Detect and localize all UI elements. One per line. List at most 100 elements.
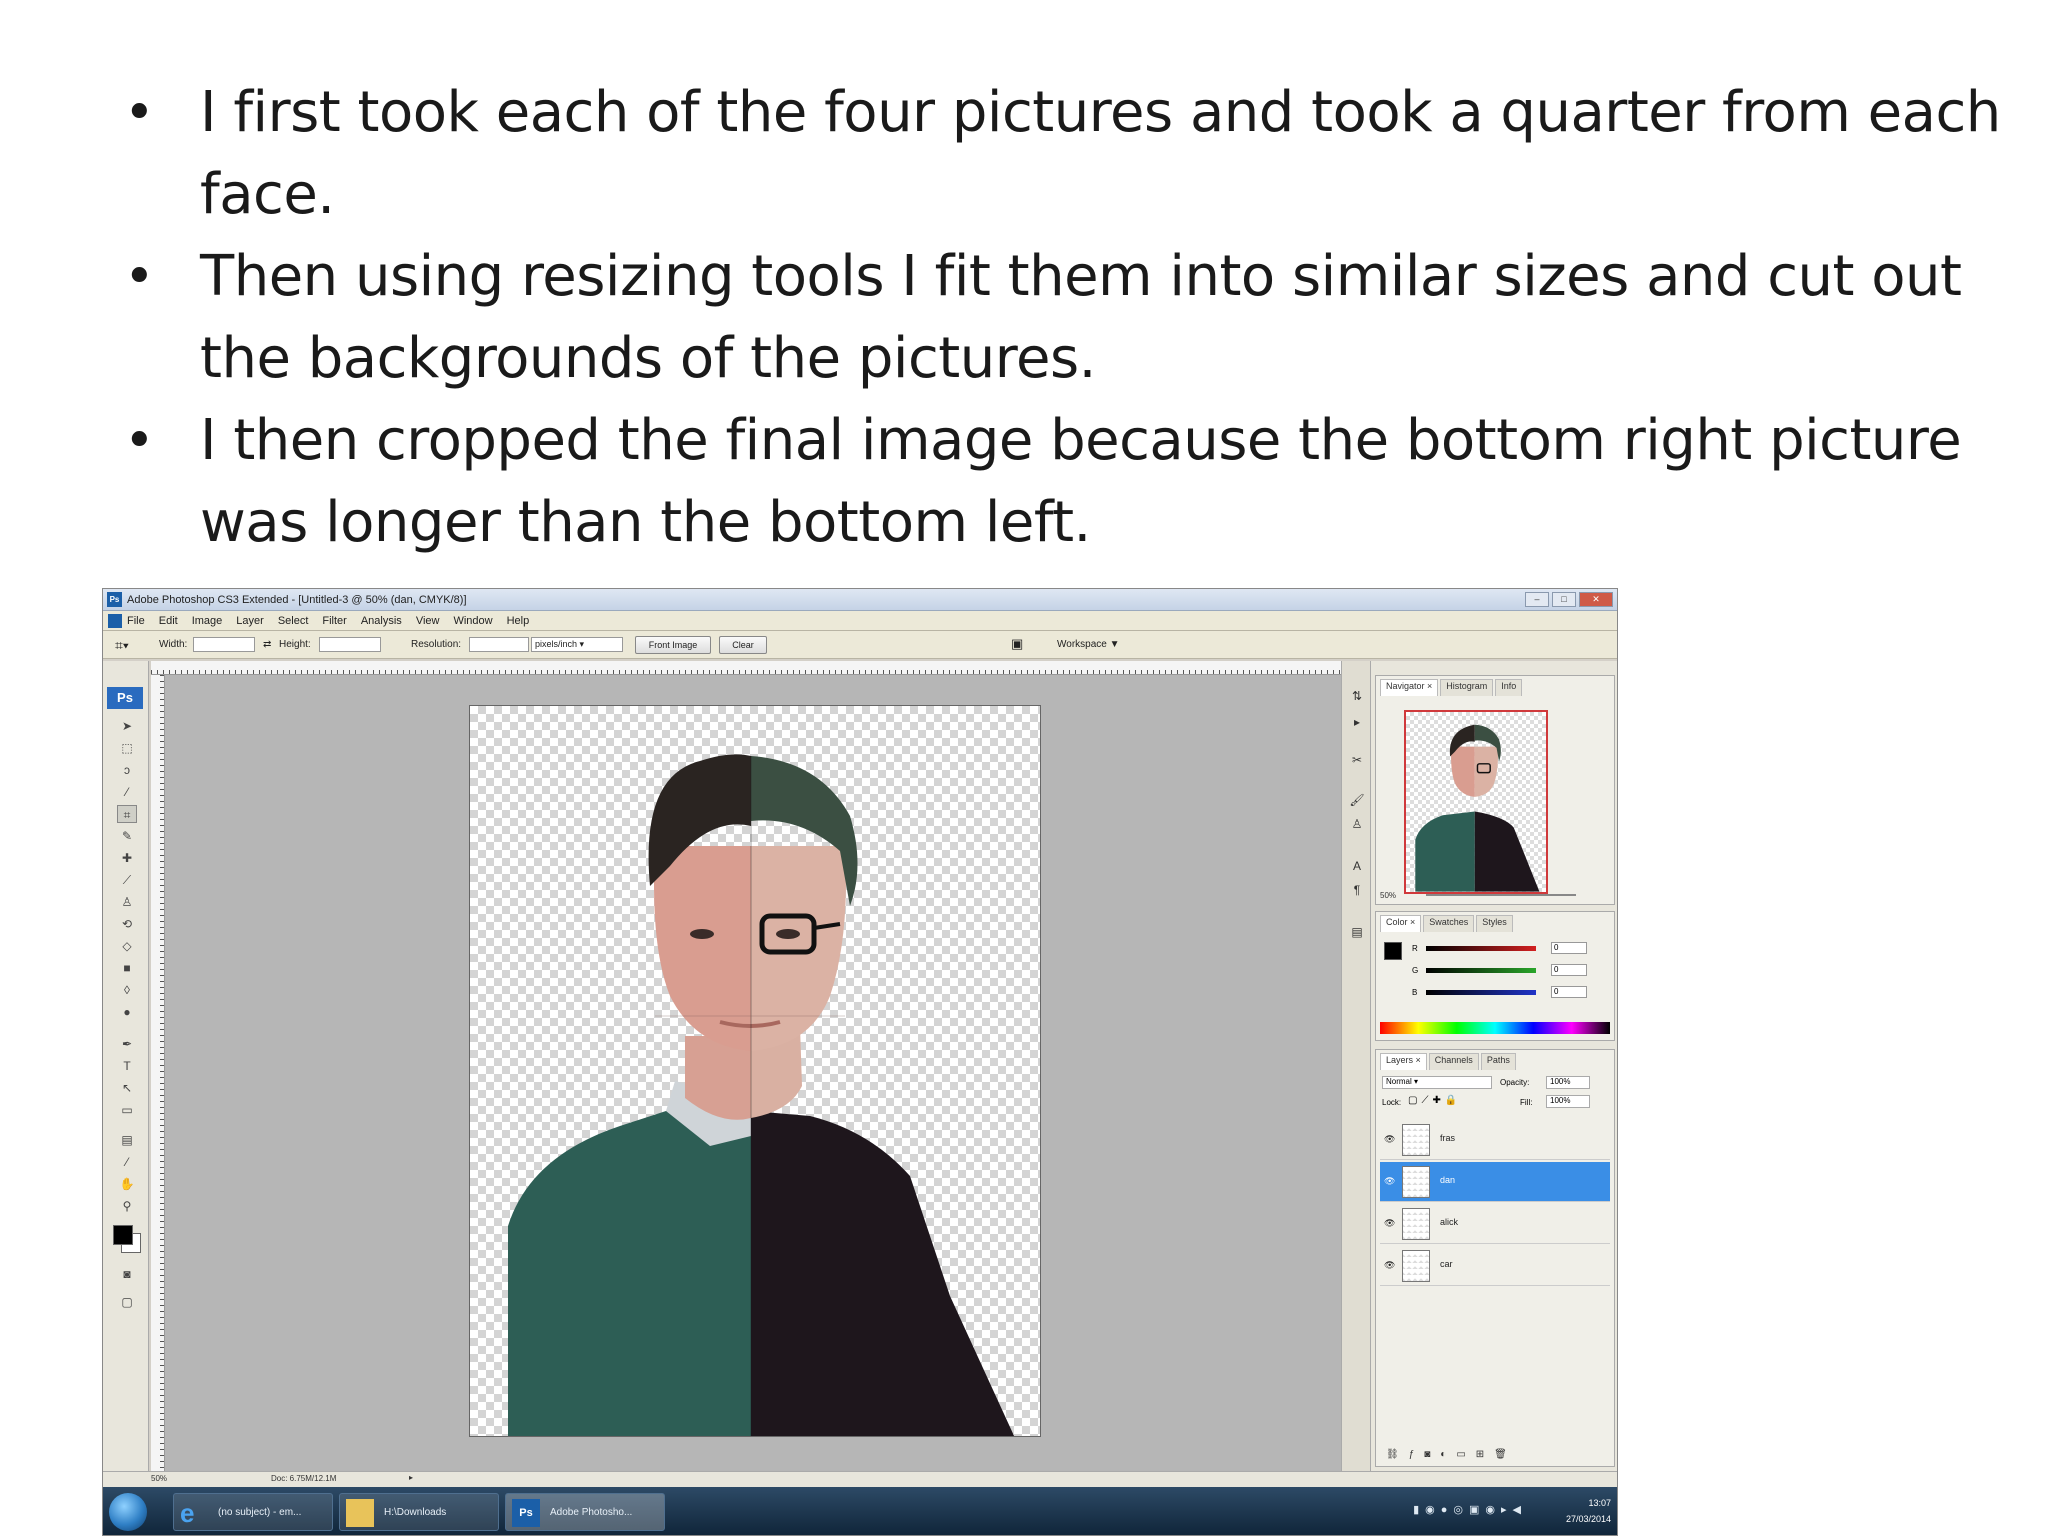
menu-filter[interactable]: Filter: [322, 615, 346, 627]
paragraph-panel-icon[interactable]: ¶: [1348, 881, 1366, 899]
foreground-color-swatch[interactable]: [113, 1225, 133, 1245]
navigator-zoom-slider[interactable]: [1426, 894, 1576, 896]
green-value[interactable]: 0: [1551, 964, 1587, 976]
tab-info[interactable]: Info: [1495, 679, 1523, 696]
visibility-eye-icon[interactable]: 👁: [1384, 1176, 1395, 1187]
layer-row-alick[interactable]: 👁 alick: [1380, 1204, 1610, 1244]
height-field[interactable]: [319, 637, 381, 652]
start-button[interactable]: [109, 1493, 147, 1531]
minimize-button[interactable]: –: [1525, 592, 1549, 607]
path-select-icon[interactable]: ↖: [117, 1079, 137, 1097]
red-slider[interactable]: [1426, 946, 1536, 951]
menu-view[interactable]: View: [416, 615, 440, 627]
menu-analysis[interactable]: Analysis: [361, 615, 402, 627]
tab-histogram[interactable]: Histogram: [1440, 679, 1494, 696]
menu-window[interactable]: Window: [453, 615, 492, 627]
opacity-field[interactable]: 100%: [1546, 1076, 1590, 1089]
layer-comps-icon[interactable]: ▤: [1348, 923, 1366, 941]
marquee-tool-icon[interactable]: ⬚: [117, 739, 137, 757]
tab-layers[interactable]: Layers ×: [1380, 1053, 1427, 1070]
document-canvas[interactable]: [469, 705, 1041, 1437]
brush-tool-icon[interactable]: ⟋: [117, 871, 137, 889]
system-tray-icons[interactable]: ▮◉●◎▣◉▸◀: [1413, 1503, 1527, 1516]
lasso-tool-icon[interactable]: ↄ: [117, 761, 137, 779]
clock[interactable]: 13:07 27/03/2014: [1566, 1495, 1611, 1527]
clone-source-icon[interactable]: ♙: [1348, 815, 1366, 833]
navigator-preview[interactable]: [1404, 710, 1548, 894]
menu-layer[interactable]: Layer: [236, 615, 264, 627]
swap-icon[interactable]: ⇄: [263, 639, 271, 650]
hand-tool-icon[interactable]: ✋: [117, 1175, 137, 1193]
resolution-unit-select[interactable]: pixels/inch ▾: [531, 637, 623, 652]
visibility-eye-icon[interactable]: 👁: [1384, 1260, 1395, 1271]
taskbar-item-photoshop[interactable]: Ps Adobe Photosho...: [505, 1493, 665, 1531]
healing-brush-icon[interactable]: ✚: [117, 849, 137, 867]
menu-edit[interactable]: Edit: [159, 615, 178, 627]
pen-tool-icon[interactable]: ✒: [117, 1035, 137, 1053]
move-tool-icon[interactable]: ➤: [117, 717, 137, 735]
fill-field[interactable]: 100%: [1546, 1095, 1590, 1108]
status-menu-arrow[interactable]: ▸: [409, 1473, 413, 1482]
green-slider[interactable]: [1426, 968, 1536, 973]
crop-tool-icon[interactable]: ⌗▾: [115, 637, 129, 654]
red-value[interactable]: 0: [1551, 942, 1587, 954]
navigator-zoom[interactable]: 50%: [1380, 891, 1396, 900]
history-panel-icon[interactable]: ⇅: [1348, 687, 1366, 705]
clone-stamp-icon[interactable]: ♙: [117, 893, 137, 911]
tab-channels[interactable]: Channels: [1428, 1053, 1479, 1070]
layer-row-fras[interactable]: 👁 fras: [1380, 1120, 1610, 1160]
screen-mode-icon[interactable]: ▢: [117, 1293, 137, 1311]
slice-tool-icon[interactable]: ✎: [117, 827, 137, 845]
tool-presets-icon[interactable]: ✂: [1348, 751, 1366, 769]
character-panel-icon[interactable]: A: [1348, 857, 1366, 875]
eyedropper-icon[interactable]: ⁄: [117, 1153, 137, 1171]
actions-panel-icon[interactable]: ▸: [1348, 713, 1366, 731]
magic-wand-icon[interactable]: ⁄: [117, 783, 137, 801]
visibility-eye-icon[interactable]: 👁: [1384, 1134, 1395, 1145]
history-brush-icon[interactable]: ⟲: [117, 915, 137, 933]
tab-color[interactable]: Color ×: [1380, 915, 1422, 932]
shape-tool-icon[interactable]: ▭: [117, 1101, 137, 1119]
crop-tool-icon[interactable]: ⌗: [117, 805, 137, 823]
gradient-tool-icon[interactable]: ■: [117, 959, 137, 977]
window-title: Adobe Photoshop CS3 Extended - [Untitled…: [127, 593, 467, 606]
eraser-tool-icon[interactable]: ◇: [117, 937, 137, 955]
tab-styles[interactable]: Styles: [1476, 915, 1513, 932]
color-fg-swatch[interactable]: [1384, 942, 1402, 960]
menu-select[interactable]: Select: [278, 615, 309, 627]
maximize-button[interactable]: □: [1552, 592, 1576, 607]
dodge-tool-icon[interactable]: ●: [117, 1003, 137, 1021]
blend-mode-select[interactable]: Normal ▾: [1382, 1076, 1492, 1089]
quick-mask-icon[interactable]: ◙: [117, 1265, 137, 1283]
visibility-eye-icon[interactable]: 👁: [1384, 1218, 1395, 1229]
zoom-tool-icon[interactable]: ⚲: [117, 1197, 137, 1215]
tab-swatches[interactable]: Swatches: [1423, 915, 1475, 932]
clear-button[interactable]: Clear: [719, 636, 767, 654]
taskbar-item-downloads[interactable]: H:\Downloads: [339, 1493, 499, 1531]
lock-icons[interactable]: ▢⟋✚🔒: [1408, 1095, 1461, 1106]
close-button[interactable]: ✕: [1579, 592, 1613, 607]
blur-tool-icon[interactable]: ◊: [117, 981, 137, 999]
brushes-panel-icon[interactable]: 🖌: [1348, 791, 1366, 809]
tab-navigator[interactable]: Navigator ×: [1380, 679, 1439, 696]
blue-slider[interactable]: [1426, 990, 1536, 995]
taskbar-item-email[interactable]: e (no subject) - em...: [173, 1493, 333, 1531]
blue-value[interactable]: 0: [1551, 986, 1587, 998]
workspace-menu[interactable]: Workspace ▼: [1057, 639, 1120, 650]
resolution-label: Resolution:: [411, 639, 462, 650]
type-tool-icon[interactable]: T: [117, 1057, 137, 1075]
front-image-button[interactable]: Front Image: [635, 636, 711, 654]
tab-paths[interactable]: Paths: [1480, 1053, 1516, 1070]
status-zoom[interactable]: 50%: [151, 1474, 167, 1483]
width-field[interactable]: [193, 637, 255, 652]
notes-tool-icon[interactable]: ▤: [117, 1131, 137, 1149]
layer-actions-icons[interactable]: ⛓ƒ◙◐▭⊞🗑: [1386, 1449, 1517, 1460]
bridge-icon[interactable]: ▣: [1011, 636, 1023, 652]
menu-help[interactable]: Help: [507, 615, 530, 627]
resolution-field[interactable]: [469, 637, 529, 652]
layer-row-dan[interactable]: 👁 dan: [1380, 1162, 1610, 1202]
menu-image[interactable]: Image: [192, 615, 223, 627]
color-spectrum-bar[interactable]: [1380, 1022, 1610, 1034]
layer-row-car[interactable]: 👁 car: [1380, 1246, 1610, 1286]
menu-file[interactable]: File: [127, 615, 145, 627]
